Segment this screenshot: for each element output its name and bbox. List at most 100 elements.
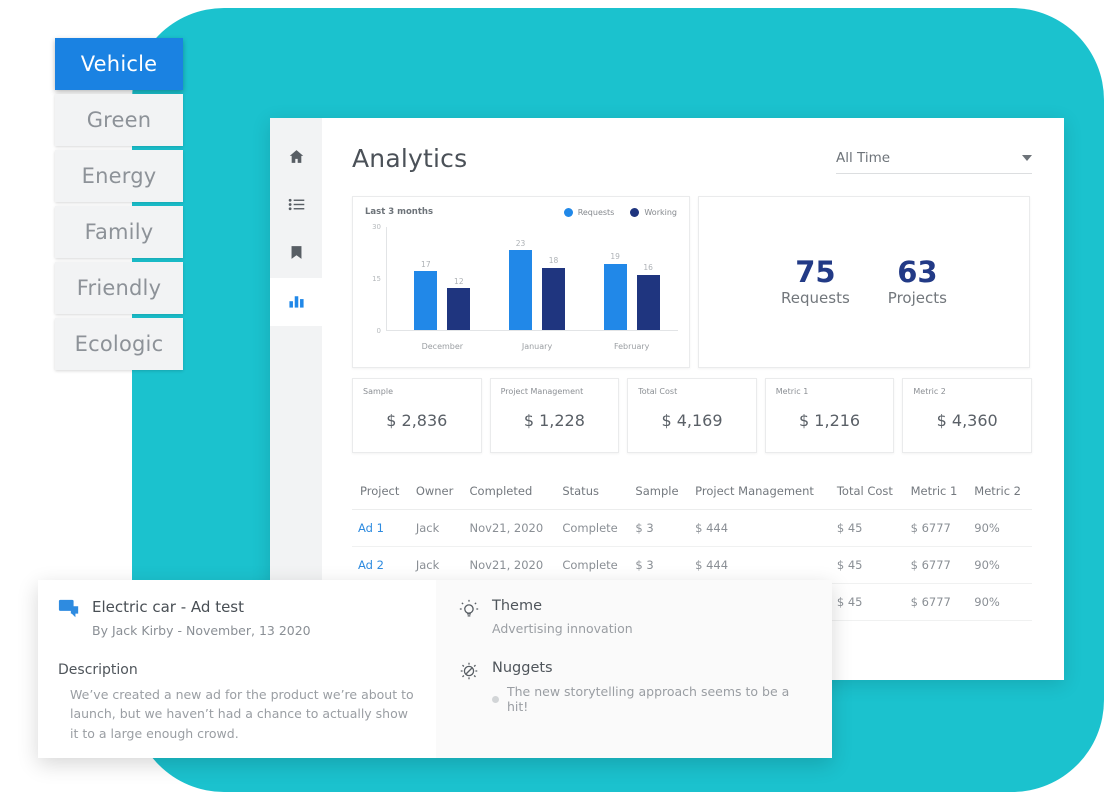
column-header-metric-2[interactable]: Metric 2 — [968, 475, 1032, 510]
screenshot-root: Vehicle Green Energy Family Friendly Eco… — [0, 0, 1112, 800]
detail-overlay-left: Electric car - Ad test By Jack Kirby - N… — [38, 580, 436, 758]
chevron-down-icon — [1022, 155, 1032, 161]
metric-card-project-management: Project Management $ 1,228 — [489, 378, 620, 453]
metric-card-value: $ 4,360 — [936, 410, 998, 430]
metric-card-value: $ 4,169 — [661, 410, 723, 430]
rail-item-analytics[interactable] — [270, 278, 322, 326]
legend-label: Working — [644, 207, 677, 217]
chart-legend: Requests Working — [563, 207, 677, 217]
description-text: We’ve created a new ad for the product w… — [70, 687, 414, 741]
bar-wrap: 12 — [447, 226, 471, 330]
bar-wrap: 18 — [542, 226, 565, 330]
lightbulb-icon — [458, 598, 480, 624]
bookmark-icon — [288, 244, 305, 265]
metric-card-name: Metric 2 — [913, 387, 946, 396]
cell-total-cost: $ 45 — [830, 546, 905, 584]
bar-requests — [414, 271, 438, 330]
cell-metric-2: 90% — [968, 509, 1032, 547]
chart-x-axis: December January February — [395, 342, 679, 351]
chart-axis-vertical — [386, 227, 387, 331]
list-icon — [288, 196, 305, 217]
home-icon — [288, 148, 305, 169]
cell-total-cost: $ 45 — [830, 509, 905, 547]
category-tab-family[interactable]: Family — [55, 206, 183, 258]
cell-status: Complete — [556, 546, 630, 584]
time-range-select[interactable]: All Time — [836, 150, 1032, 174]
legend-swatch — [630, 207, 640, 217]
kpi-card: 75 Requests 63 Projects — [698, 196, 1030, 368]
bar-working — [542, 267, 565, 330]
category-tab-green[interactable]: Green — [55, 94, 183, 146]
chart-header: Last 3 months Requests Working — [365, 207, 677, 217]
chart-y-axis: 30 15 0 — [365, 223, 385, 335]
rail-item-bookmark[interactable] — [270, 230, 322, 278]
summary-row: Last 3 months Requests Working 30 15 0 1… — [352, 196, 1032, 368]
y-tick-label: 15 — [372, 275, 381, 283]
metric-card-name: Total Cost — [638, 387, 678, 396]
description-heading: Description — [58, 662, 138, 678]
table-row[interactable]: Ad 1 Jack Nov21, 2020 Complete $ 3 $ 444… — [352, 509, 1032, 547]
nuggets-block: Nuggets The new storytelling approach se… — [458, 660, 810, 714]
nuggets-title: Nuggets — [492, 660, 553, 676]
metric-card-sample: Sample $ 2,836 — [352, 378, 482, 453]
bar-value-label: 18 — [548, 256, 559, 265]
category-tab-energy[interactable]: Energy — [55, 150, 183, 202]
cell-project-link[interactable]: Ad 1 — [352, 509, 410, 547]
rail-item-home[interactable] — [270, 134, 322, 182]
column-header-project[interactable]: Project — [352, 475, 410, 510]
theme-title: Theme — [492, 598, 543, 614]
category-tab-label: Green — [86, 108, 152, 132]
column-header-status[interactable]: Status — [556, 475, 630, 510]
bar-requests — [509, 250, 532, 330]
metric-card-value: $ 1,216 — [799, 410, 861, 430]
cell-metric-2: 90% — [968, 583, 1032, 621]
category-tab-ecologic[interactable]: Ecologic — [55, 318, 183, 370]
chart-axis-horizontal — [386, 330, 678, 331]
cell-sample: $ 3 — [629, 509, 690, 547]
column-header-owner[interactable]: Owner — [409, 475, 464, 510]
detail-header: Electric car - Ad test By Jack Kirby - N… — [58, 598, 414, 638]
kpi-projects: 63 Projects — [888, 256, 947, 307]
lightbulb-idea-icon — [458, 660, 480, 686]
cell-total-cost: $ 45 — [830, 583, 905, 621]
x-tick-label: February — [613, 342, 650, 351]
y-tick-label: 30 — [372, 223, 381, 231]
theme-text-block: Theme Advertising innovation — [492, 598, 633, 636]
cell-project-link[interactable]: Ad 2 — [352, 546, 410, 584]
cell-project-management: $ 444 — [689, 509, 831, 547]
category-tab-friendly[interactable]: Friendly — [55, 262, 183, 314]
category-tab-vehicle[interactable]: Vehicle — [55, 38, 183, 90]
metric-card-name: Metric 1 — [775, 387, 809, 396]
cell-sample: $ 3 — [629, 546, 690, 584]
column-header-sample[interactable]: Sample — [629, 475, 690, 510]
metric-card-total-cost: Total Cost $ 4,169 — [627, 378, 757, 453]
legend-item-working: Working — [630, 207, 677, 217]
column-header-completed[interactable]: Completed — [463, 475, 557, 510]
rail-item-list[interactable] — [270, 182, 322, 230]
column-header-total-cost[interactable]: Total Cost — [830, 475, 905, 510]
detail-title-block: Electric car - Ad test By Jack Kirby - N… — [92, 598, 311, 638]
column-header-metric-1[interactable]: Metric 1 — [904, 475, 969, 510]
bar-group-february: 19 16 — [584, 226, 679, 330]
category-tab-label: Ecologic — [74, 332, 164, 356]
legend-label: Requests — [577, 207, 615, 217]
time-range-value: All Time — [836, 150, 891, 166]
metric-card-value: $ 2,836 — [386, 410, 448, 430]
metric-card-metric-2: Metric 2 $ 4,360 — [902, 378, 1032, 453]
cell-metric-1: $ 6777 — [904, 583, 969, 621]
bar-requests — [603, 264, 627, 330]
x-tick-label: January — [521, 342, 553, 351]
chart-plot-area: 30 15 0 17 12 23 18 19 16 December Janua… — [365, 223, 679, 355]
bullet-icon — [492, 695, 499, 703]
bar-value-label: 19 — [610, 252, 620, 261]
page-header: Analytics All Time — [352, 144, 1032, 174]
table-header-row: Project Owner Completed Status Sample Pr… — [352, 475, 1032, 510]
page-title: Analytics — [352, 144, 468, 173]
category-tab-list: Vehicle Green Energy Family Friendly Eco… — [55, 38, 183, 374]
bar-wrap: 16 — [636, 226, 660, 330]
column-header-project-management[interactable]: Project Management — [689, 475, 831, 510]
detail-byline: By Jack Kirby - November, 13 2020 — [92, 623, 311, 638]
category-tab-label: Family — [84, 220, 154, 244]
table-row[interactable]: Ad 2 Jack Nov21, 2020 Complete $ 3 $ 444… — [352, 546, 1032, 584]
cell-completed: Nov21, 2020 — [463, 546, 557, 584]
